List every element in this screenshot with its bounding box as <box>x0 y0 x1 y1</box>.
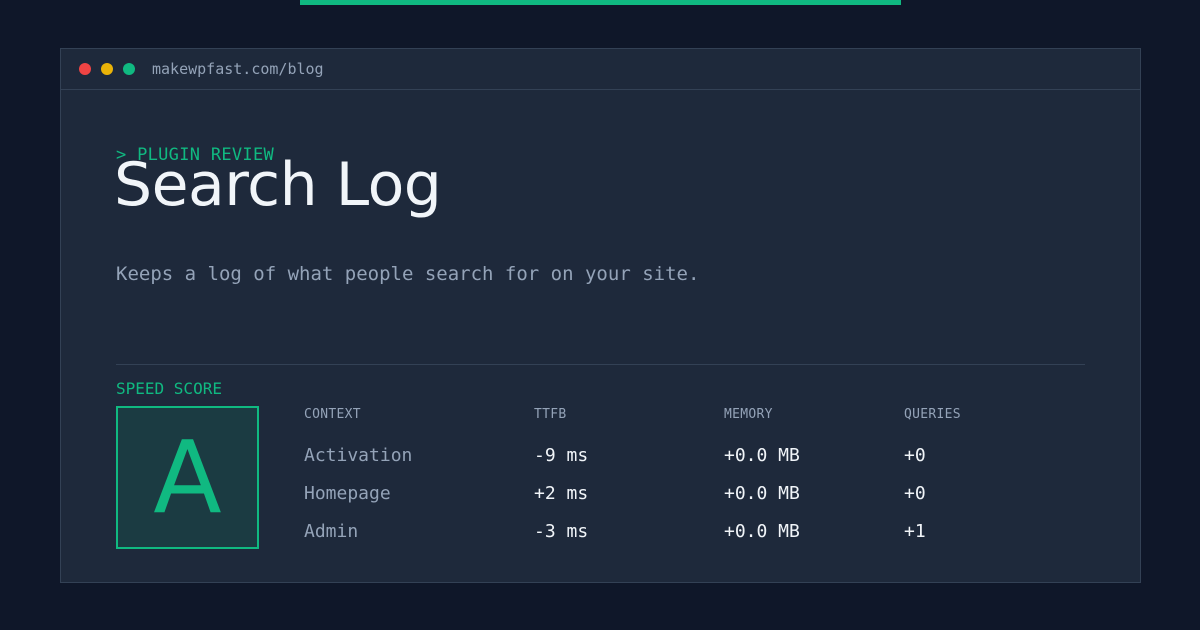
address-url: makewpfast.com/blog <box>152 60 324 78</box>
column-header-context: CONTEXT <box>304 407 361 422</box>
post-description: Keeps a log of what people search for on… <box>116 263 700 285</box>
row-admin-ttfb: -3 ms <box>534 521 589 542</box>
top-accent-bar <box>300 0 901 5</box>
row-homepage-ttfb: +2 ms <box>534 483 589 504</box>
row-activation-ttfb: -9 ms <box>534 445 589 466</box>
speed-grade-badge: A <box>116 406 259 549</box>
window-titlebar: makewpfast.com/blog <box>61 49 1140 90</box>
column-header-memory: MEMORY <box>724 407 773 422</box>
browser-window: makewpfast.com/blog > PLUGIN REVIEW Sear… <box>60 48 1141 583</box>
column-header-queries: QUERIES <box>904 407 961 422</box>
row-admin-context: Admin <box>304 521 359 542</box>
row-activation-context: Activation <box>304 445 413 466</box>
close-window-dot-icon[interactable] <box>79 63 91 75</box>
row-activation-memory: +0.0 MB <box>724 445 800 466</box>
row-activation-queries: +0 <box>904 445 926 466</box>
page-title: Search Log <box>114 150 442 220</box>
section-divider <box>116 364 1085 365</box>
minimize-window-dot-icon[interactable] <box>101 63 113 75</box>
row-homepage-queries: +0 <box>904 483 926 504</box>
row-admin-memory: +0.0 MB <box>724 521 800 542</box>
row-homepage-memory: +0.0 MB <box>724 483 800 504</box>
row-homepage-context: Homepage <box>304 483 391 504</box>
maximize-window-dot-icon[interactable] <box>123 63 135 75</box>
speed-score-label: SPEED SCORE <box>116 379 222 398</box>
row-admin-queries: +1 <box>904 521 926 542</box>
column-header-ttfb: TTFB <box>534 407 567 422</box>
